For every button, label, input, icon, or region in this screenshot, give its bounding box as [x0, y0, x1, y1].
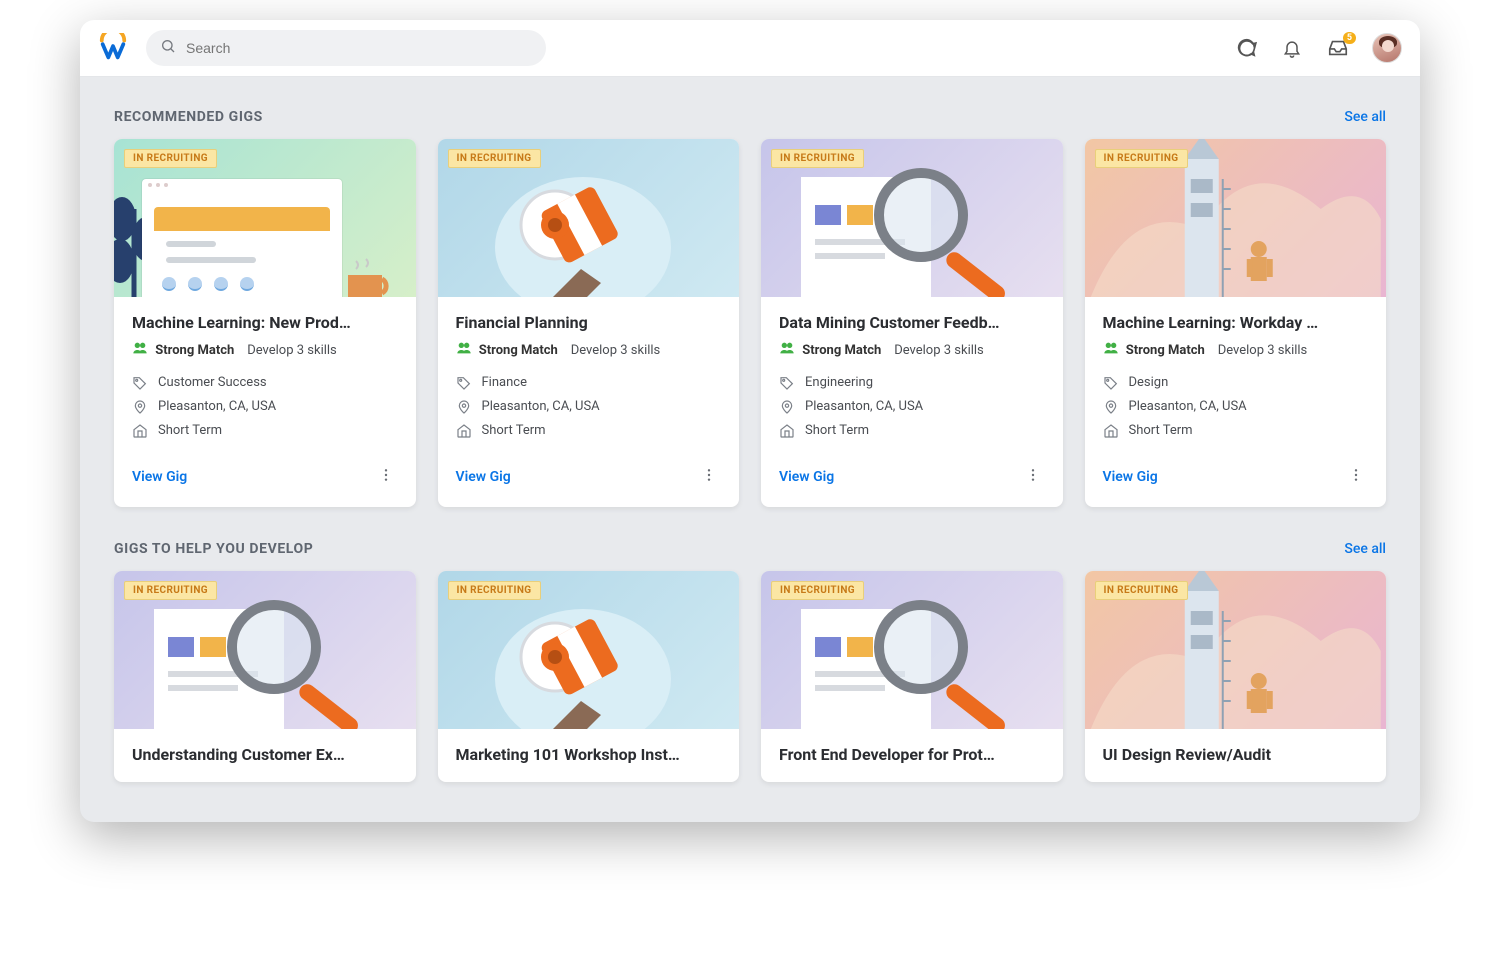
chat-icon[interactable]	[1234, 36, 1258, 60]
gig-card[interactable]: IN RECRUITING UI Design Review/Audit	[1085, 571, 1387, 782]
megaphone-icon	[493, 589, 673, 729]
meta-category: Engineering	[779, 375, 1045, 391]
magnifier-icon	[781, 589, 1051, 729]
gig-card[interactable]: IN RECRUITING Machine Learning: New Prod…	[114, 139, 416, 507]
meta-location: Pleasanton, CA, USA	[1103, 399, 1369, 415]
meta-term: Short Term	[132, 423, 398, 439]
main-content: RECOMMENDED GIGS See all	[80, 77, 1420, 822]
gig-card[interactable]: IN RECRUITING Front End Developer for Pr…	[761, 571, 1063, 782]
match-icon	[132, 340, 148, 356]
meta-term: Short Term	[1103, 423, 1369, 439]
view-gig-link[interactable]: View Gig	[132, 469, 187, 485]
match-icon	[1103, 340, 1119, 356]
meta-category: Design	[1103, 375, 1369, 391]
card-hero: IN RECRUITING	[1085, 571, 1387, 729]
avatar[interactable]	[1372, 33, 1402, 63]
status-chip: IN RECRUITING	[1095, 149, 1188, 168]
recommended-row: IN RECRUITING Machine Learning: New Prod…	[114, 139, 1386, 507]
match-icon	[456, 340, 472, 356]
view-gig-link[interactable]: View Gig	[1103, 469, 1158, 485]
section-title: GIGS TO HELP YOU DEVELOP	[114, 541, 313, 557]
search-icon	[160, 38, 176, 58]
gig-title: Data Mining Customer Feedb…	[779, 313, 1045, 332]
inbox-badge: 5	[1343, 32, 1356, 44]
view-gig-link[interactable]: View Gig	[779, 469, 834, 485]
card-hero: IN RECRUITING	[761, 139, 1063, 297]
meta-location: Pleasanton, CA, USA	[779, 399, 1045, 415]
meta-category: Customer Success	[132, 375, 398, 391]
search-box[interactable]	[146, 30, 546, 66]
meta-location: Pleasanton, CA, USA	[456, 399, 722, 415]
section-title: RECOMMENDED GIGS	[114, 109, 263, 125]
section-header-recommended: RECOMMENDED GIGS See all	[114, 109, 1386, 125]
magnifier-icon	[134, 589, 404, 729]
meta-category: Finance	[456, 375, 722, 391]
gig-title: Machine Learning: Workday …	[1103, 313, 1369, 332]
see-all-link[interactable]: See all	[1344, 541, 1386, 557]
meta-term: Short Term	[779, 423, 1045, 439]
search-input[interactable]	[186, 40, 532, 56]
card-hero: IN RECRUITING	[1085, 139, 1387, 297]
gig-card[interactable]: IN RECRUITING Data Mining Customer Feedb…	[761, 139, 1063, 507]
inbox-icon[interactable]: 5	[1326, 36, 1350, 60]
status-chip: IN RECRUITING	[448, 149, 541, 168]
meta-location: Pleasanton, CA, USA	[132, 399, 398, 415]
view-gig-link[interactable]: View Gig	[456, 469, 511, 485]
card-hero: IN RECRUITING	[438, 571, 740, 729]
gig-title: UI Design Review/Audit	[1103, 745, 1369, 764]
card-hero: IN RECRUITING	[761, 571, 1063, 729]
match-row: Strong Match Develop 3 skills	[456, 340, 722, 361]
section-header-develop: GIGS TO HELP YOU DEVELOP See all	[114, 541, 1386, 557]
gig-title: Understanding Customer Ex…	[132, 745, 398, 764]
meta-term: Short Term	[456, 423, 722, 439]
status-chip: IN RECRUITING	[124, 149, 217, 168]
develop-row: IN RECRUITING Understanding Customer Ex……	[114, 571, 1386, 782]
status-chip: IN RECRUITING	[124, 581, 217, 600]
mug-icon	[342, 257, 402, 297]
workday-logo[interactable]	[98, 33, 128, 63]
gig-title: Marketing 101 Workshop Inst…	[456, 745, 722, 764]
more-icon[interactable]	[1021, 463, 1045, 491]
card-hero: IN RECRUITING	[438, 139, 740, 297]
card-hero: IN RECRUITING	[114, 139, 416, 297]
gig-card[interactable]: IN RECRUITING Understanding Customer Ex…	[114, 571, 416, 782]
more-icon[interactable]	[374, 463, 398, 491]
match-icon	[779, 340, 795, 356]
more-icon[interactable]	[1344, 463, 1368, 491]
more-icon[interactable]	[697, 463, 721, 491]
megaphone-icon	[493, 157, 673, 297]
gig-title: Front End Developer for Prot…	[779, 745, 1045, 764]
match-row: Strong Match Develop 3 skills	[1103, 340, 1369, 361]
topbar: 5	[80, 20, 1420, 77]
status-chip: IN RECRUITING	[771, 149, 864, 168]
status-chip: IN RECRUITING	[448, 581, 541, 600]
match-row: Strong Match Develop 3 skills	[779, 340, 1045, 361]
match-row: Strong Match Develop 3 skills	[132, 340, 398, 361]
webpage-icon	[142, 179, 342, 297]
topbar-actions: 5	[1234, 33, 1402, 63]
app-window: 5 RECOMMENDED GIGS See all	[80, 20, 1420, 822]
gig-card[interactable]: IN RECRUITING Financial Planning Strong …	[438, 139, 740, 507]
card-hero: IN RECRUITING	[114, 571, 416, 729]
gig-card[interactable]: IN RECRUITING Machine Learning: Workday …	[1085, 139, 1387, 507]
gig-title: Financial Planning	[456, 313, 722, 332]
status-chip: IN RECRUITING	[771, 581, 864, 600]
gig-title: Machine Learning: New Prod…	[132, 313, 398, 332]
status-chip: IN RECRUITING	[1095, 581, 1188, 600]
see-all-link[interactable]: See all	[1344, 109, 1386, 125]
bell-icon[interactable]	[1280, 36, 1304, 60]
gig-card[interactable]: IN RECRUITING Marketing 101 Workshop Ins…	[438, 571, 740, 782]
magnifier-icon	[781, 157, 1051, 297]
